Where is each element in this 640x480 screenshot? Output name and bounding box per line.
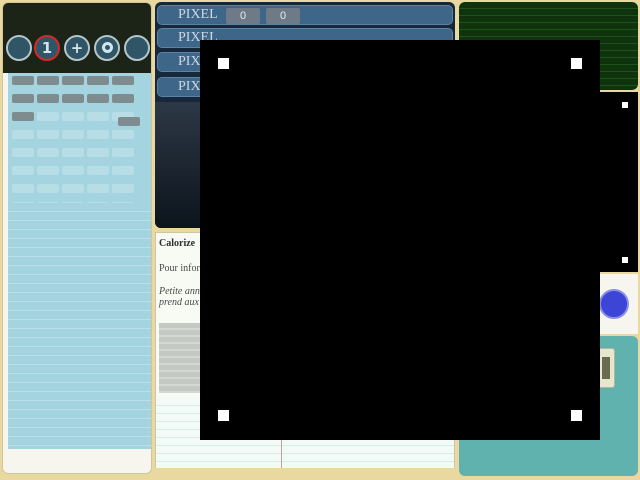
tool-button-4[interactable] xyxy=(94,35,120,61)
palette-chip[interactable] xyxy=(112,148,134,157)
target-icon xyxy=(101,41,113,53)
palette-chip[interactable] xyxy=(87,112,109,121)
palette-chip[interactable] xyxy=(112,184,134,193)
tool-button-5[interactable] xyxy=(124,35,150,61)
corner-handle[interactable] xyxy=(571,58,582,69)
palette-chip[interactable] xyxy=(87,130,109,139)
palette-chip[interactable] xyxy=(37,76,59,85)
palette-chip[interactable] xyxy=(87,94,109,103)
pixel-value-y[interactable]: 0 xyxy=(266,8,300,24)
palette-chip[interactable] xyxy=(12,112,34,121)
corner-handle[interactable] xyxy=(218,410,229,421)
palette-list xyxy=(8,203,151,449)
palette-chip[interactable] xyxy=(62,148,84,157)
palette-chip[interactable] xyxy=(12,94,34,103)
palette-chip[interactable] xyxy=(12,76,34,85)
palette-chip[interactable] xyxy=(62,94,84,103)
palette-chip[interactable] xyxy=(37,94,59,103)
palette-chip[interactable] xyxy=(112,94,134,103)
palette-grid xyxy=(8,73,151,449)
tool-button-1[interactable] xyxy=(6,35,32,61)
palette-chip[interactable] xyxy=(87,148,109,157)
number-one-icon: 1 xyxy=(41,39,53,57)
overlay-window[interactable] xyxy=(200,40,600,440)
palette-chip[interactable] xyxy=(87,76,109,85)
palette-chip[interactable] xyxy=(87,166,109,175)
pixel-label: PIXEL xyxy=(178,7,218,22)
palette-chip[interactable] xyxy=(37,112,59,121)
palette-chip[interactable] xyxy=(118,117,140,126)
palette-chip[interactable] xyxy=(87,184,109,193)
palette-chip[interactable] xyxy=(12,130,34,139)
palette-chip[interactable] xyxy=(12,184,34,193)
palette-chip[interactable] xyxy=(37,184,59,193)
tool-button-2[interactable]: 1 xyxy=(34,35,60,61)
palette-chip[interactable] xyxy=(62,76,84,85)
palette-chip[interactable] xyxy=(112,76,134,85)
palette-chip[interactable] xyxy=(12,166,34,175)
palette-chip[interactable] xyxy=(62,112,84,121)
pixel-row-1[interactable]: PIXEL 0 0 xyxy=(157,5,453,25)
corner-handle[interactable] xyxy=(571,410,582,421)
document-line: prend aux xyxy=(159,297,199,308)
palette-chip[interactable] xyxy=(62,166,84,175)
palette-chip[interactable] xyxy=(37,148,59,157)
tools-panel: 1 + xyxy=(2,2,152,474)
corner-marker xyxy=(622,257,628,263)
corner-marker xyxy=(622,102,628,108)
palette-chip[interactable] xyxy=(37,166,59,175)
palette-chip[interactable] xyxy=(112,130,134,139)
corner-handle[interactable] xyxy=(218,58,229,69)
slider-grip-icon xyxy=(602,357,610,379)
document-line: Petite ann xyxy=(159,286,200,297)
palette-chip[interactable] xyxy=(62,130,84,139)
tools-header: 1 + xyxy=(3,3,151,73)
plus-icon: + xyxy=(70,39,84,57)
color-swatch[interactable] xyxy=(599,289,629,319)
palette-chip[interactable] xyxy=(112,166,134,175)
palette-chip[interactable] xyxy=(62,184,84,193)
document-title: Calorize xyxy=(159,238,196,249)
palette-chip[interactable] xyxy=(37,130,59,139)
pixel-value-x[interactable]: 0 xyxy=(226,8,260,24)
tool-button-3[interactable]: + xyxy=(64,35,90,61)
palette-chip[interactable] xyxy=(12,148,34,157)
